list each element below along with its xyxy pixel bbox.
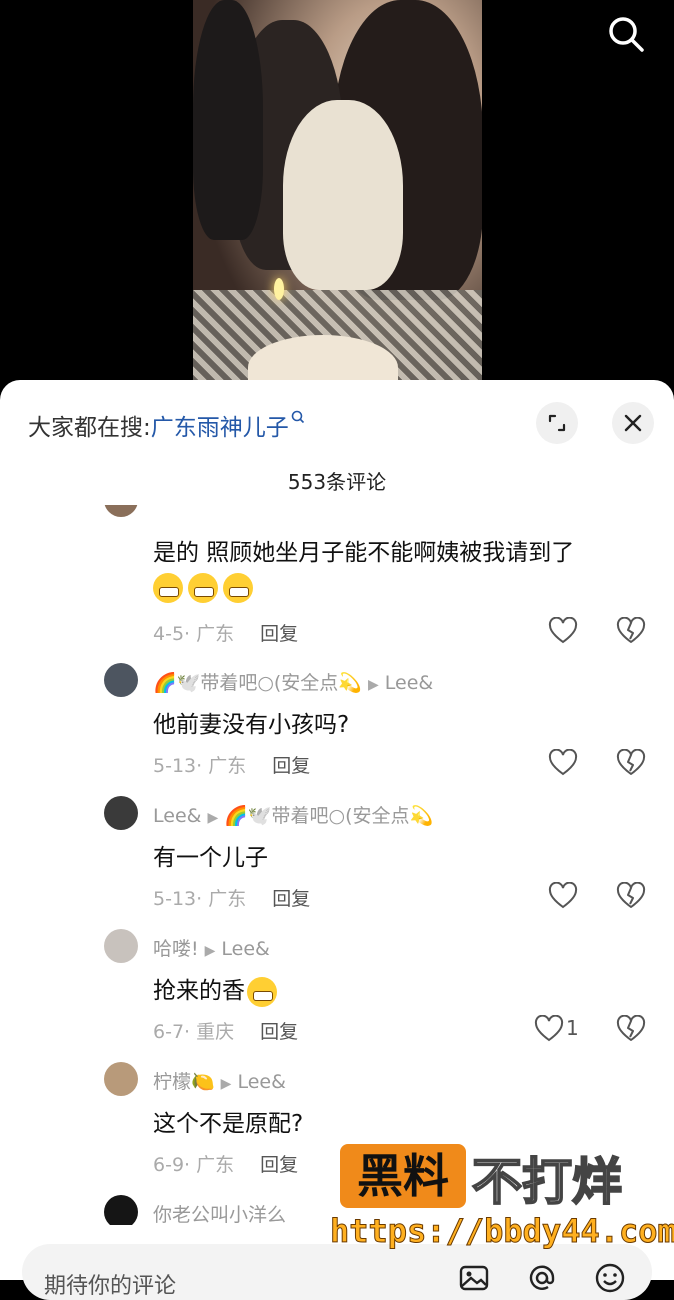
avatar[interactable] bbox=[104, 929, 138, 963]
comment-location: 重庆 bbox=[196, 1021, 235, 1043]
reply-button[interactable]: 回复 bbox=[260, 1154, 298, 1176]
reply-button[interactable]: 回复 bbox=[260, 1021, 298, 1043]
comment-meta: 6-9· 广东 回复 bbox=[153, 1154, 299, 1176]
grin-sweat-emoji bbox=[188, 573, 218, 603]
grin-emoji bbox=[247, 976, 277, 1007]
comment-date: 5-13 bbox=[153, 755, 197, 777]
avatar[interactable] bbox=[104, 1195, 138, 1225]
search-suggestion-bar: 大家都在搜:广东雨神儿子 bbox=[28, 400, 654, 446]
search-suggestion-keyword[interactable]: 广东雨神儿子 bbox=[151, 415, 289, 441]
comment-emojis bbox=[153, 573, 258, 603]
comment-meta: 5-13· 广东 回复 bbox=[153, 888, 311, 910]
avatar[interactable] bbox=[104, 1062, 138, 1096]
reply-button[interactable]: 回复 bbox=[272, 888, 310, 910]
comment-count: 553条评论 bbox=[287, 470, 387, 494]
broken-heart-icon[interactable] bbox=[616, 617, 646, 645]
heart-icon[interactable] bbox=[534, 1015, 564, 1043]
search-icon[interactable] bbox=[606, 14, 646, 54]
comment-text: 抢来的香 bbox=[153, 971, 282, 1007]
comment-author[interactable]: 柠檬🍋 bbox=[153, 1071, 215, 1093]
video-person-child bbox=[193, 0, 263, 240]
comment-meta: 6-7· 重庆 回复 bbox=[153, 1021, 299, 1043]
heart-icon[interactable] bbox=[548, 882, 578, 910]
comment-location: 广东 bbox=[208, 755, 247, 777]
broken-heart-icon[interactable] bbox=[616, 749, 646, 777]
reply-arrow-icon: ▶ bbox=[220, 1076, 232, 1092]
comment-meta: 5-13· 广东 回复 bbox=[153, 755, 311, 777]
avatar[interactable] bbox=[104, 505, 138, 517]
comment-location: 广东 bbox=[208, 888, 247, 910]
comment-author-line: 🌈🕊️带着吧○(安全点💫 ▶ Lee& bbox=[153, 668, 433, 695]
watermark-slogan: 不打烊 bbox=[471, 1152, 623, 1212]
comment-author-line: 哈喽! ▶ Lee& bbox=[153, 934, 270, 961]
comment-text: 他前妻没有小孩吗? bbox=[153, 712, 350, 738]
comment-date: 5-13 bbox=[153, 888, 197, 910]
comment-author-line: 你老公叫小洋么 bbox=[153, 1200, 286, 1225]
image-icon[interactable] bbox=[458, 1262, 490, 1294]
comment-location: 广东 bbox=[196, 623, 235, 645]
candle-flame bbox=[274, 278, 284, 300]
mention-icon[interactable] bbox=[526, 1262, 558, 1294]
expand-icon bbox=[548, 414, 566, 432]
expand-button[interactable] bbox=[536, 402, 578, 444]
reply-arrow-icon: ▶ bbox=[204, 943, 216, 959]
close-icon bbox=[624, 414, 642, 432]
comment-date: 6-7 bbox=[153, 1021, 185, 1043]
watermark: 黑料 不打烊 https://bbdy44.com bbox=[330, 1140, 674, 1251]
avatar[interactable] bbox=[104, 796, 138, 830]
comment-location: 广东 bbox=[196, 1154, 235, 1176]
comment-date: 4-5 bbox=[153, 623, 185, 645]
video-person-baby bbox=[283, 100, 403, 290]
search-suggestion-prefix: 大家都在搜: bbox=[28, 415, 151, 441]
comment-author[interactable]: Lee& bbox=[153, 805, 201, 827]
comment-input[interactable]: 期待你的评论 bbox=[22, 1244, 652, 1300]
close-button[interactable] bbox=[612, 402, 654, 444]
comment-input-placeholder: 期待你的评论 bbox=[44, 1274, 177, 1299]
heart-icon[interactable] bbox=[548, 749, 578, 777]
grin-sweat-emoji bbox=[153, 573, 183, 603]
watermark-url: https://bbdy44.com bbox=[330, 1212, 674, 1251]
reply-to-user[interactable]: Lee& bbox=[221, 938, 269, 960]
heart-icon[interactable] bbox=[548, 617, 578, 645]
like-count: 1 bbox=[566, 1016, 579, 1040]
comment-text-content: 抢来的香 bbox=[153, 978, 245, 1004]
comment-author[interactable]: 你老公叫小洋么 bbox=[153, 1204, 286, 1225]
broken-heart-icon[interactable] bbox=[616, 1015, 646, 1043]
reply-arrow-icon: ▶ bbox=[207, 810, 219, 826]
comment-date: 6-9 bbox=[153, 1154, 185, 1176]
reply-arrow-icon: ▶ bbox=[367, 677, 379, 693]
search-suggestion[interactable]: 大家都在搜:广东雨神儿子 bbox=[28, 408, 305, 442]
small-search-icon bbox=[291, 410, 304, 424]
reply-to-user[interactable]: Lee& bbox=[385, 672, 433, 694]
avatar[interactable] bbox=[104, 663, 138, 697]
comment-author[interactable]: 🌈🕊️带着吧○(安全点💫 bbox=[153, 672, 362, 694]
comment-text: 有一个儿子 bbox=[153, 845, 268, 871]
video-player[interactable] bbox=[0, 0, 674, 400]
comment-meta: 4-5· 广东 回复 bbox=[153, 623, 299, 645]
comment-author[interactable]: 哈喽! bbox=[153, 938, 199, 960]
reply-button[interactable]: 回复 bbox=[260, 623, 298, 645]
watermark-brand: 黑料 bbox=[340, 1144, 466, 1208]
grin-sweat-emoji bbox=[223, 573, 253, 603]
video-frame bbox=[193, 0, 482, 400]
comment-text: 这个不是原配? bbox=[153, 1111, 304, 1137]
comment-author-line: 柠檬🍋 ▶ Lee& bbox=[153, 1067, 286, 1094]
comment-list[interactable]: 是的 照顾她坐月子能不能啊姨被我请到了 4-5· 广东 回复 🌈🕊️带着吧○(安全… bbox=[0, 505, 674, 1225]
comment-author-line: Lee& ▶ 🌈🕊️带着吧○(安全点💫 bbox=[153, 801, 433, 828]
reply-button[interactable]: 回复 bbox=[272, 755, 310, 777]
broken-heart-icon[interactable] bbox=[616, 882, 646, 910]
reply-to-user[interactable]: 🌈🕊️带着吧○(安全点💫 bbox=[224, 805, 433, 827]
emoji-icon[interactable] bbox=[594, 1262, 626, 1294]
reply-to-user[interactable]: Lee& bbox=[237, 1071, 285, 1093]
comment-text: 是的 照顾她坐月子能不能啊姨被我请到了 bbox=[153, 540, 575, 566]
